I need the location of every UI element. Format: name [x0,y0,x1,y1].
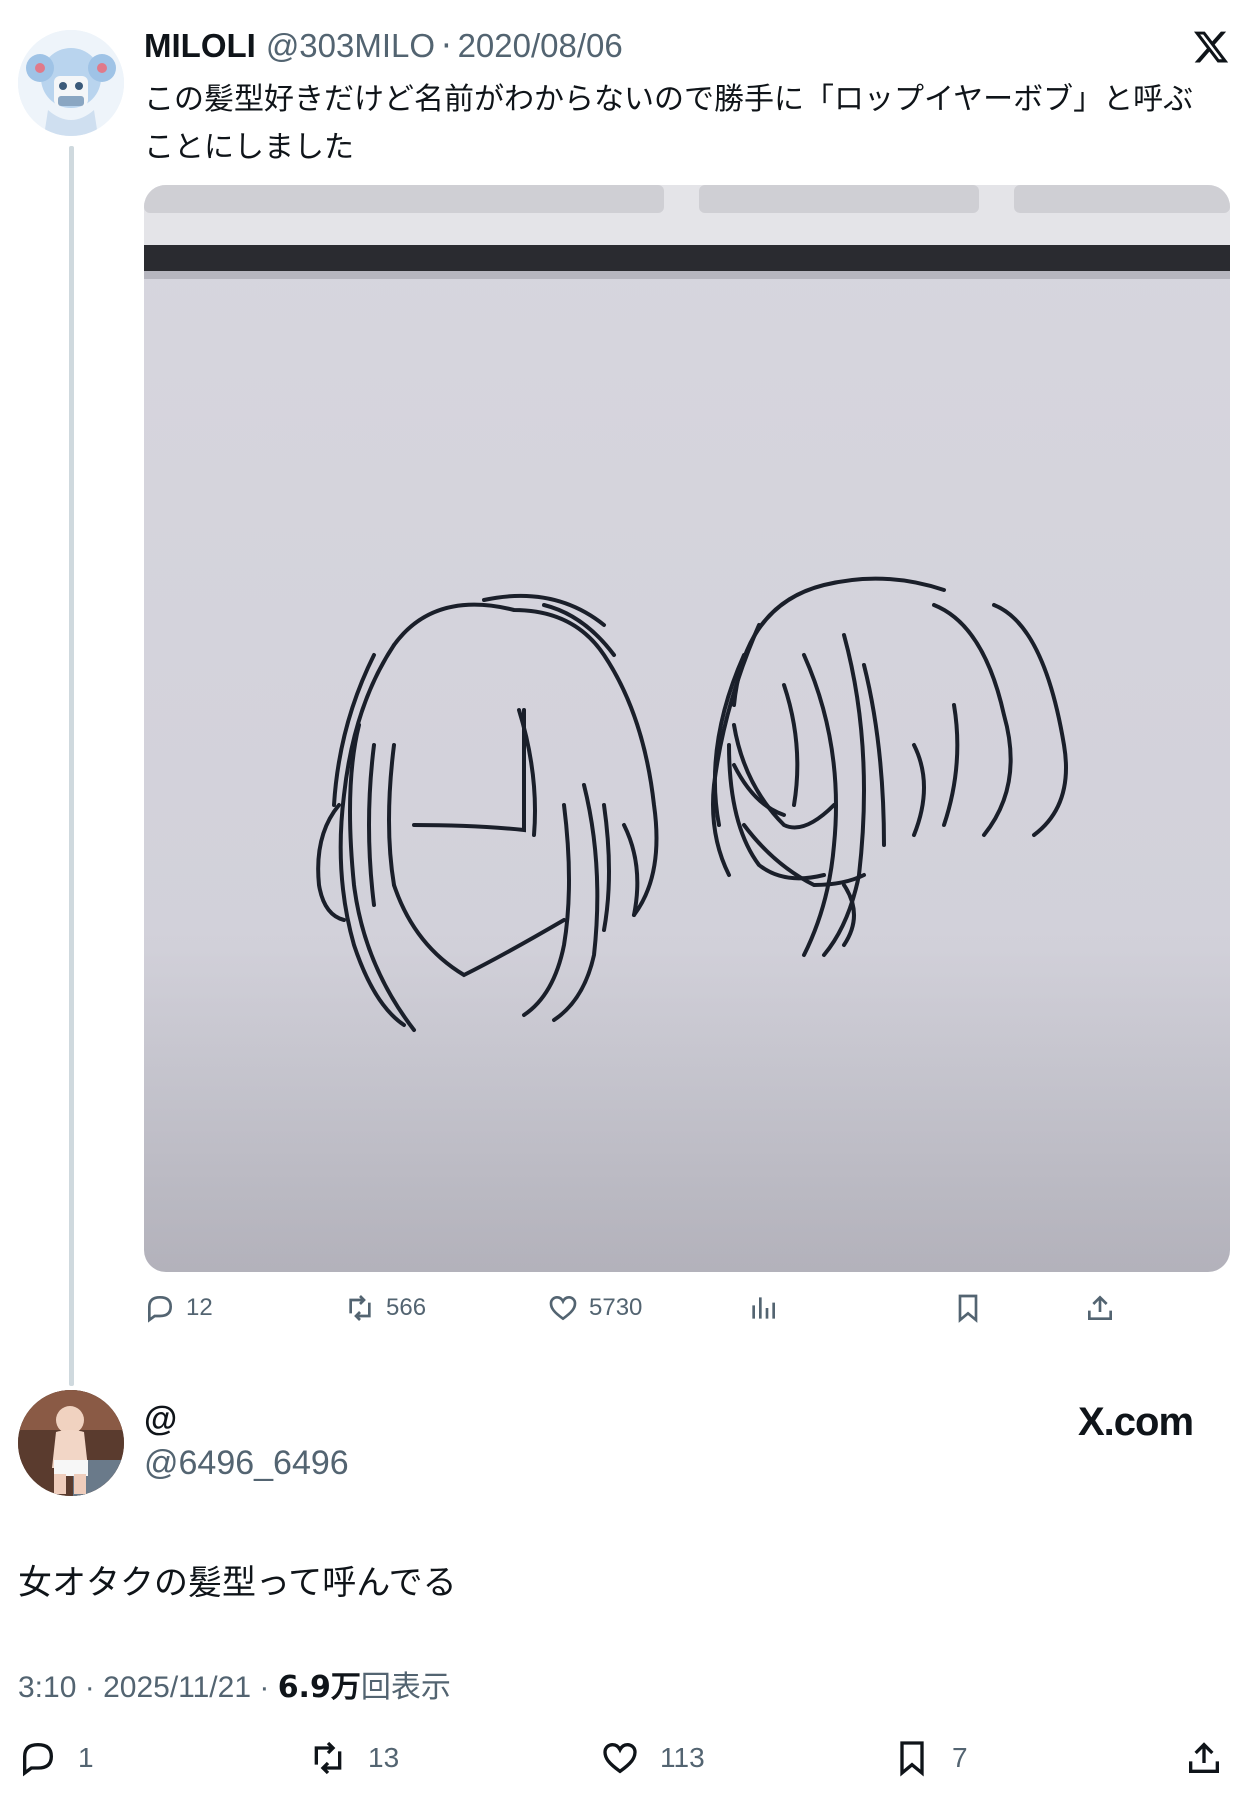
quoted-tweet-text-line1: この髪型好きだけど名前がわからないので勝手に「ロップイヤーボブ」と呼ぶ [144,82,1194,117]
thread-line [69,146,74,1386]
display-name[interactable]: MILOLI [144,27,256,65]
avatar[interactable] [18,1390,124,1496]
share-icon [1088,1295,1112,1320]
like-button[interactable]: 5730 [547,1292,642,1324]
separator: · [441,26,452,65]
x-com-logo: X.com [1078,1400,1194,1444]
tweet-time[interactable]: 3:10 [18,1671,76,1704]
share-button[interactable] [1184,1738,1224,1778]
reply-icon [23,1742,54,1777]
avatar[interactable] [18,30,124,136]
bookmark-icon [958,1294,978,1323]
views-label: 回表示 [360,1670,451,1705]
reply-tweet-actions: 1 13 113 7 [18,1738,1228,1788]
retweet-button[interactable]: 566 [344,1292,426,1324]
tweet-meta: 3:10 · 2025/11/21 · 6.9万回表示 [18,1662,451,1706]
views-button[interactable] [747,1292,779,1324]
bookmark-count: 7 [952,1742,968,1773]
retweet-count: 566 [386,1294,427,1321]
quoted-tweet-header: MILOLI @303MILO · 2020/08/06 [144,26,623,65]
separator: · [259,1671,270,1704]
share-icon [1189,1742,1219,1773]
reply-icon [148,1295,173,1323]
like-icon [549,1295,577,1321]
reply-tweet-text: 女オタクの髪型って呼んでる [18,1563,457,1603]
views-count: 6.9万 [277,1670,361,1705]
reply-count: 1 [78,1742,94,1773]
retweet-icon [349,1295,371,1321]
like-count: 113 [660,1742,705,1773]
retweet-button[interactable]: 13 [308,1738,399,1778]
like-button[interactable]: 113 [600,1738,705,1778]
user-handle[interactable]: @6496_6496 [144,1444,349,1483]
share-button[interactable] [1084,1292,1116,1324]
tweet-date[interactable]: 2020/08/06 [458,27,623,65]
bookmark-button[interactable]: 7 [892,1738,968,1778]
reply-button[interactable]: 12 [144,1292,213,1324]
display-name[interactable]: @ [144,1400,177,1439]
separator: · [84,1671,95,1704]
reply-count: 12 [186,1294,213,1321]
retweet-count: 13 [368,1742,400,1773]
quoted-tweet-text-line2: ことにしました [144,130,354,165]
reply-button[interactable]: 1 [18,1738,94,1778]
like-count: 5730 [589,1294,643,1321]
user-handle[interactable]: @303MILO [266,27,435,65]
like-icon [603,1742,637,1774]
tweet-photo[interactable] [144,185,1230,1272]
views-icon [752,1297,775,1319]
retweet-icon [314,1741,342,1775]
bookmark-button[interactable] [952,1292,984,1324]
x-logo-icon [1193,31,1229,63]
quoted-tweet-actions: 12 566 5730 [144,1292,1144,1336]
bookmark-icon [900,1741,924,1777]
quoted-tweet-text: この髪型好きだけど名前がわからないので勝手に「ロップイヤーボブ」と呼ぶ ことにし… [144,76,1234,172]
tweet-date[interactable]: 2025/11/21 [103,1671,251,1704]
